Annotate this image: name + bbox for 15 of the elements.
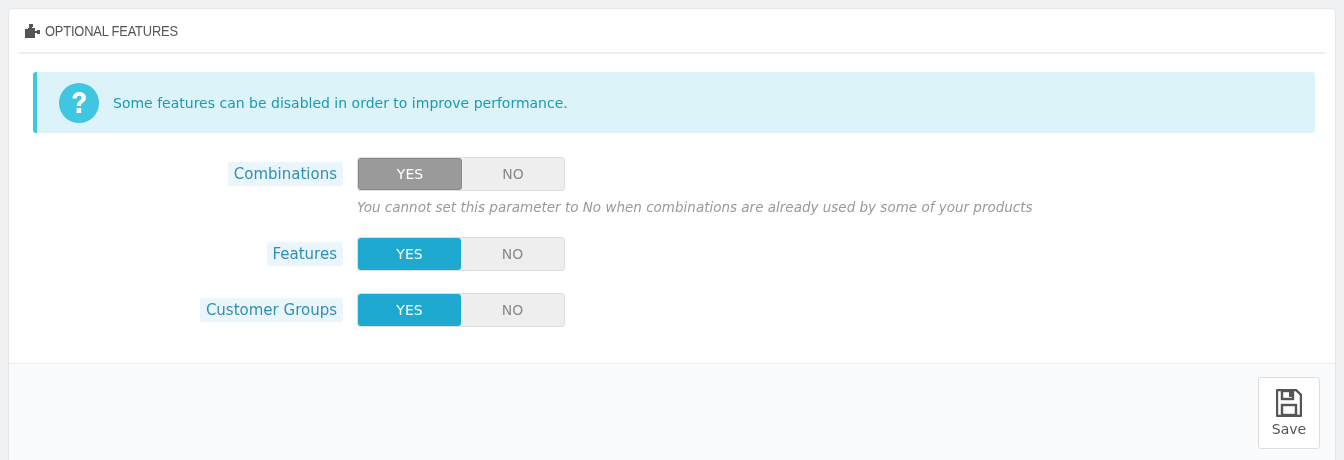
yes-no-switch[interactable]: YES NO bbox=[357, 293, 565, 327]
alert-message: Some features can be disabled in order to improve performance. bbox=[113, 94, 568, 111]
yes-no-switch[interactable]: YES NO bbox=[357, 237, 565, 271]
panel-title: OPTIONAL FEATURES bbox=[45, 22, 178, 39]
switch-option[interactable]: NO bbox=[461, 238, 564, 270]
switch-option[interactable]: YES bbox=[358, 294, 461, 326]
field-label: Features bbox=[266, 242, 343, 266]
switch-option[interactable]: NO bbox=[461, 294, 564, 326]
question-icon bbox=[59, 82, 99, 123]
save-button[interactable]: Save bbox=[1258, 377, 1320, 449]
help-text: You cannot set this parameter to No when combinations are already used by some of your products bbox=[357, 199, 1034, 215]
puzzle-icon bbox=[25, 23, 41, 38]
field-label: Customer Groups bbox=[199, 298, 343, 322]
field-label: Combinations bbox=[227, 162, 343, 186]
switch-option[interactable]: YES bbox=[358, 238, 461, 270]
